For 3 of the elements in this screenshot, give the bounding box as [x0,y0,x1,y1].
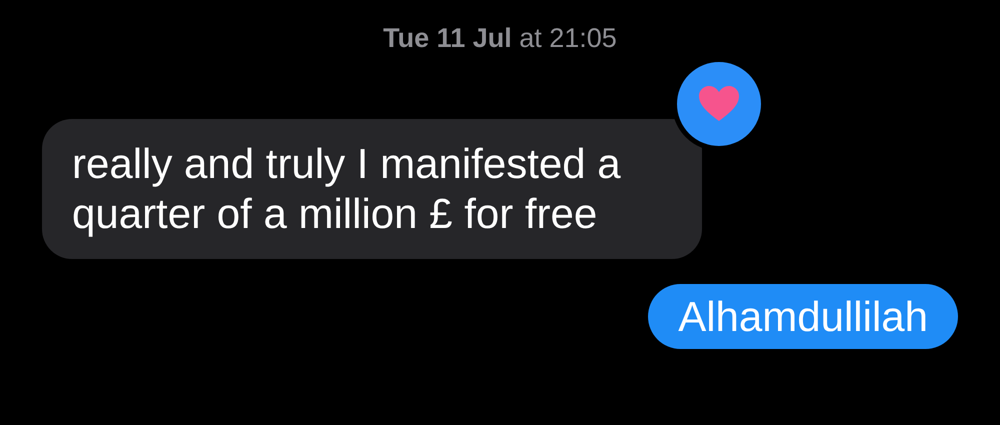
timestamp: Tue 11 Jul at 21:05 [383,22,617,54]
sent-message: Alhamdullilah [648,284,958,349]
heart-icon [699,86,739,122]
